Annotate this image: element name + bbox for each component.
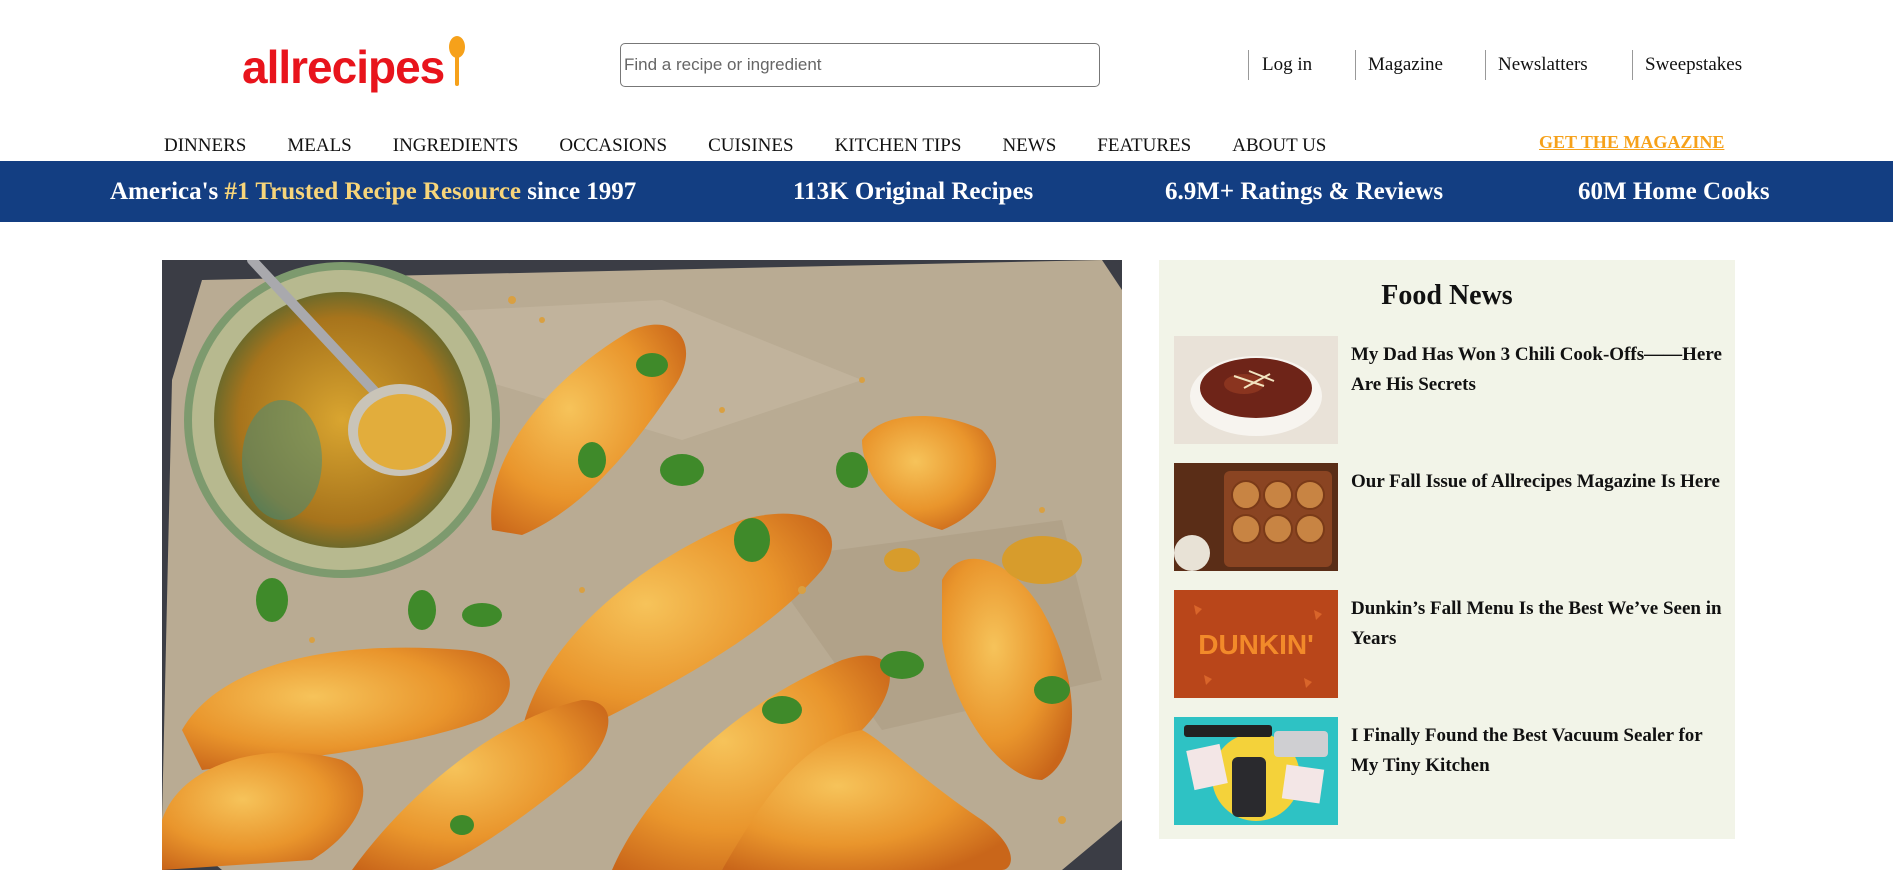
news-thumb-vacuum-sealer[interactable] — [1174, 717, 1338, 825]
banner-stat-highlight: #1 Trusted Recipe Resource — [224, 178, 522, 205]
banner-stat-recipes: 113K Original Recipes — [793, 178, 1034, 205]
nav-ingredients[interactable]: INGREDIENTS — [393, 134, 519, 158]
nav-cuisines[interactable]: CUISINES — [708, 134, 794, 158]
news-headline[interactable]: My Dad Has Won 3 Chili Cook-Offs——Here A… — [1351, 340, 1724, 446]
chicken-tenders-illustration — [162, 260, 1122, 870]
news-item[interactable]: I Finally Found the Best Vacuum Sealer f… — [1174, 717, 1724, 827]
news-headline[interactable]: I Finally Found the Best Vacuum Sealer f… — [1351, 721, 1724, 827]
top-links: Log in Magazine Newslatters Sweepstakes — [1248, 50, 1762, 80]
news-headline[interactable]: Dunkin’s Fall Menu Is the Best We’ve See… — [1351, 594, 1724, 700]
sweepstakes-link[interactable]: Sweepstakes — [1632, 50, 1762, 80]
nav-about-us[interactable]: ABOUT US — [1232, 134, 1326, 158]
news-thumb-magazine[interactable] — [1174, 463, 1338, 571]
banner-stat-trusted: America's #1 Trusted Recipe Resource sin… — [110, 177, 636, 207]
banner-stat-post: since 1997 — [521, 178, 637, 205]
logo-text: allrecipes — [242, 41, 445, 93]
dunkin-logo-image: DUNKIN' — [1174, 590, 1338, 698]
chili-bowl-image — [1174, 336, 1338, 444]
nav-occasions[interactable]: OCCASIONS — [559, 134, 667, 158]
food-news-panel: Food News My Dad Has Won 3 Chili Cook-Of… — [1159, 260, 1735, 839]
main-nav: DINNERS MEALS INGREDIENTS OCCASIONS CUIS… — [164, 134, 1367, 158]
cinnamon-rolls-image — [1174, 463, 1338, 571]
news-thumb-dunkin[interactable]: DUNKIN' — [1174, 590, 1338, 698]
nav-meals[interactable]: MEALS — [287, 134, 351, 158]
banner-stat-ratings: 6.9M+ Ratings & Reviews — [1165, 178, 1444, 205]
vacuum-sealer-image — [1174, 717, 1338, 825]
nav-news[interactable]: NEWS — [1002, 134, 1056, 158]
nav-features[interactable]: FEATURES — [1097, 134, 1191, 158]
stats-banner: America's #1 Trusted Recipe Resource sin… — [0, 161, 1893, 222]
login-link[interactable]: Log in — [1248, 50, 1355, 80]
food-news-title: Food News — [1381, 280, 1513, 311]
spoon-icon — [446, 36, 468, 88]
news-headline[interactable]: Our Fall Issue of Allrecipes Magazine Is… — [1351, 467, 1720, 573]
news-item[interactable]: My Dad Has Won 3 Chili Cook-Offs——Here A… — [1174, 336, 1724, 446]
news-thumb-chili[interactable] — [1174, 336, 1338, 444]
dunkin-text: DUNKIN' — [1198, 629, 1314, 660]
hero-image[interactable] — [162, 260, 1122, 870]
nav-dinners[interactable]: DINNERS — [164, 134, 246, 158]
newsletters-link[interactable]: Newslatters — [1485, 50, 1632, 80]
banner-stat-pre: America's — [110, 178, 225, 205]
allrecipes-logo[interactable]: allrecipes — [242, 30, 468, 90]
news-item[interactable]: Our Fall Issue of Allrecipes Magazine Is… — [1174, 463, 1724, 573]
search-input[interactable] — [620, 43, 1100, 87]
banner-stat-cooks: 60M Home Cooks — [1578, 178, 1770, 205]
get-magazine-link[interactable]: GET THE MAGAZINE — [1539, 132, 1724, 153]
news-item[interactable]: DUNKIN' Dunkin’s Fall Menu Is the Best W… — [1174, 590, 1724, 700]
magazine-link[interactable]: Magazine — [1355, 50, 1485, 80]
nav-kitchen-tips[interactable]: KITCHEN TIPS — [835, 134, 962, 158]
